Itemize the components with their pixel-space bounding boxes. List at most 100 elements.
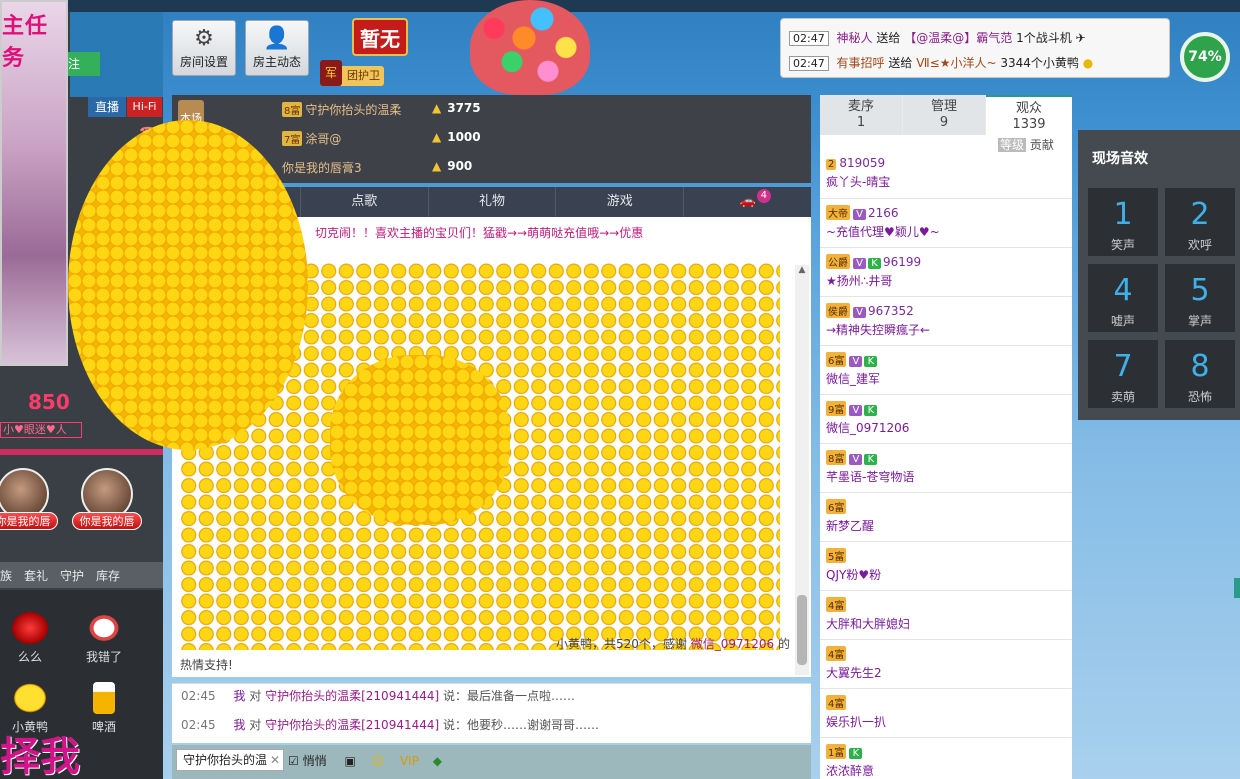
side-handle[interactable] bbox=[1234, 578, 1240, 598]
guard-avatar[interactable]: 你是我的唇 bbox=[0, 468, 58, 538]
army-icon: 军 bbox=[320, 60, 342, 86]
message-time: 02:45 bbox=[181, 689, 216, 703]
sound-num: 1 bbox=[1113, 197, 1133, 232]
notice-verb: 送给 bbox=[876, 31, 901, 45]
audience-item[interactable]: 4富 大翼先生2 bbox=[826, 646, 882, 681]
host-score: 850 bbox=[28, 390, 70, 414]
notice-sender[interactable]: 有事招呼 bbox=[837, 56, 885, 70]
rank-row[interactable]: 你是我的唇膏3 bbox=[282, 159, 362, 176]
guard-icon[interactable]: ◆ bbox=[433, 754, 442, 768]
gift-duck[interactable]: 小黄鸭 bbox=[0, 682, 60, 735]
sound-button-applause[interactable]: 5 掌声 bbox=[1165, 264, 1235, 332]
guard-avatar[interactable]: 你是我的唇 bbox=[72, 468, 142, 538]
notice-target[interactable]: 【@温柔@】霸气范 bbox=[904, 31, 1012, 45]
host-video[interactable]: 主任务 bbox=[0, 0, 68, 366]
audience-item[interactable]: 6富 V K 微信_建军 bbox=[826, 352, 880, 387]
notice-time: 02:47 bbox=[789, 31, 829, 46]
emoji-icon[interactable]: ☺ bbox=[372, 754, 385, 768]
vip-icon[interactable]: VIP bbox=[400, 754, 419, 768]
tab-inventory[interactable]: 库存 bbox=[96, 567, 120, 584]
wealth-level-badge: 4富 bbox=[826, 695, 847, 710]
audience-badges: 6富 V K bbox=[826, 352, 880, 367]
chat-scrollbar[interactable]: ▲ bbox=[795, 265, 809, 675]
audience-item[interactable]: 1富 K 浓浓醉意 bbox=[826, 744, 874, 779]
divider bbox=[0, 449, 163, 455]
scroll-up-icon[interactable]: ▲ bbox=[795, 265, 809, 275]
sound-button-laugh[interactable]: 1 笑声 bbox=[1088, 188, 1158, 256]
message-target[interactable]: 守护你抬头的温柔[210941444] bbox=[265, 689, 439, 703]
tab-car[interactable]: 🚗 4 bbox=[683, 187, 811, 217]
whisper-toggle[interactable]: ☑ 悄悄 ▣ ☺ VIP ◆ bbox=[288, 752, 442, 769]
gift-thanks-user[interactable]: 微信_0971206 bbox=[691, 637, 774, 651]
notice-target[interactable]: Ⅶ≤★小洋人~ bbox=[916, 56, 996, 70]
audience-badges: 8富 V K bbox=[826, 450, 914, 465]
sound-button-cheer[interactable]: 2 欢呼 bbox=[1165, 188, 1235, 256]
tab-song[interactable]: 点歌 bbox=[299, 187, 428, 217]
wealth-level-badge: 1富 bbox=[826, 744, 847, 759]
gift-sorry[interactable]: 我错了 bbox=[74, 612, 134, 665]
tab-gift[interactable]: 礼物 bbox=[427, 187, 556, 217]
gift-thanks-line2: 热情支持! bbox=[180, 658, 233, 672]
audience-name: 新梦乙醒 bbox=[826, 519, 875, 533]
tab-audience[interactable]: 观众 1339 bbox=[986, 95, 1072, 135]
fan-club-badge[interactable]: 小♥眼迷♥人 bbox=[0, 422, 82, 438]
audience-badges: 4富 bbox=[826, 597, 910, 612]
vip-badge: V bbox=[853, 307, 866, 318]
hifi-tab[interactable]: Hi-Fi bbox=[127, 97, 162, 117]
wealth-level-badge: 侯爵 bbox=[826, 303, 850, 318]
tab-game[interactable]: 游戏 bbox=[555, 187, 683, 217]
audience-name: 大胖和大胖媳妇 bbox=[826, 617, 911, 631]
sound-button-boo[interactable]: 4 嘘声 bbox=[1088, 264, 1158, 332]
sound-label: 卖萌 bbox=[1110, 390, 1135, 404]
rank-row[interactable]: 8富 守护你抬头的温柔 bbox=[282, 101, 401, 118]
rank-row[interactable]: 7富 涂哥@ bbox=[282, 130, 341, 147]
tab-family[interactable]: 族 bbox=[0, 567, 12, 584]
gift-thanks-line: 小黄鸭，共520个，感谢 微信_0971206 的 bbox=[556, 635, 790, 652]
sound-button-cute[interactable]: 7 卖萌 bbox=[1088, 340, 1158, 408]
audience-item[interactable]: 大帝 V 2166 ~充值代理♥颖儿♥~ bbox=[826, 205, 940, 240]
audience-item[interactable]: 公爵 V K 96199 ★扬州∴井哥 bbox=[826, 254, 921, 289]
audience-item[interactable]: 9富 V K 微信_0971206 bbox=[826, 401, 909, 436]
audience-item[interactable]: 2 819059 疯丫头-晴宝 bbox=[826, 156, 890, 190]
tab-count: 9 bbox=[939, 115, 949, 130]
message-text: 说：最后准备一点啦…… bbox=[443, 689, 576, 703]
sound-button-horror[interactable]: 8 恐怖 bbox=[1165, 340, 1235, 408]
audience-item[interactable]: 8富 V K 芊墨语-苍穹物语 bbox=[826, 450, 914, 485]
live-tab[interactable]: 直播 bbox=[88, 97, 126, 117]
team-guard-badge[interactable]: 军 团护卫 bbox=[320, 60, 384, 86]
image-icon[interactable]: ▣ bbox=[344, 754, 355, 768]
checkbox-icon[interactable]: ☑ bbox=[288, 754, 299, 768]
host-news-button[interactable]: 👤 房主动态 bbox=[245, 20, 309, 76]
k-badge: K bbox=[864, 405, 878, 416]
gift-notice-panel: 02:47 神秘人 送给 【@温柔@】霸气范 1个战斗机 ✈ 02:47 有事招… bbox=[780, 18, 1170, 78]
audience-item[interactable]: 4富大胖和大胖媳妇 bbox=[826, 597, 910, 632]
vip-badge: V bbox=[849, 454, 863, 465]
room-settings-button[interactable]: ⚙ 房间设置 bbox=[172, 20, 236, 76]
gift-beer[interactable]: 啤酒 bbox=[74, 682, 134, 735]
chat-target-select[interactable]: 守护你抬头的温 ✕ bbox=[176, 749, 284, 771]
sound-num: 2 bbox=[1190, 197, 1210, 232]
audience-badges: 9富 V K bbox=[826, 401, 909, 416]
tab-gift-pack[interactable]: 套礼 bbox=[24, 567, 48, 584]
scroll-thumb[interactable] bbox=[797, 595, 807, 665]
vip-badge: V bbox=[853, 258, 866, 269]
audience-item[interactable]: 侯爵 V 967352 →精神失控瞬瘋子← bbox=[826, 303, 930, 338]
wealth-level-badge: 6富 bbox=[826, 499, 847, 514]
sort-by-level[interactable]: 等级 bbox=[998, 138, 1027, 152]
tab-admins[interactable]: 管理 9 bbox=[903, 95, 985, 135]
audience-item[interactable]: 4富 娱乐扒一扒 bbox=[826, 695, 886, 730]
audience-name: ~充值代理♥颖儿♥~ bbox=[826, 225, 940, 239]
divider bbox=[820, 394, 1072, 395]
divider bbox=[820, 296, 1072, 297]
audience-item[interactable]: 5富 QJY粉♥粉 bbox=[826, 548, 881, 583]
notice-sender[interactable]: 神秘人 bbox=[837, 31, 873, 45]
tab-guard[interactable]: 守护 bbox=[60, 567, 84, 584]
close-icon[interactable]: ✕ bbox=[270, 750, 280, 770]
tab-mic-queue[interactable]: 麦序 1 bbox=[820, 95, 902, 135]
gift-kiss[interactable]: 么么 bbox=[0, 612, 60, 665]
message-target[interactable]: 守护你抬头的温柔[210941444] bbox=[265, 718, 439, 732]
sort-by-contrib[interactable]: 贡献 bbox=[1030, 138, 1054, 152]
audience-item[interactable]: 6富新梦乙醒 bbox=[826, 499, 874, 534]
audience-badges: 4富 bbox=[826, 646, 882, 661]
rank-badge[interactable]: 暂无 bbox=[352, 18, 408, 56]
